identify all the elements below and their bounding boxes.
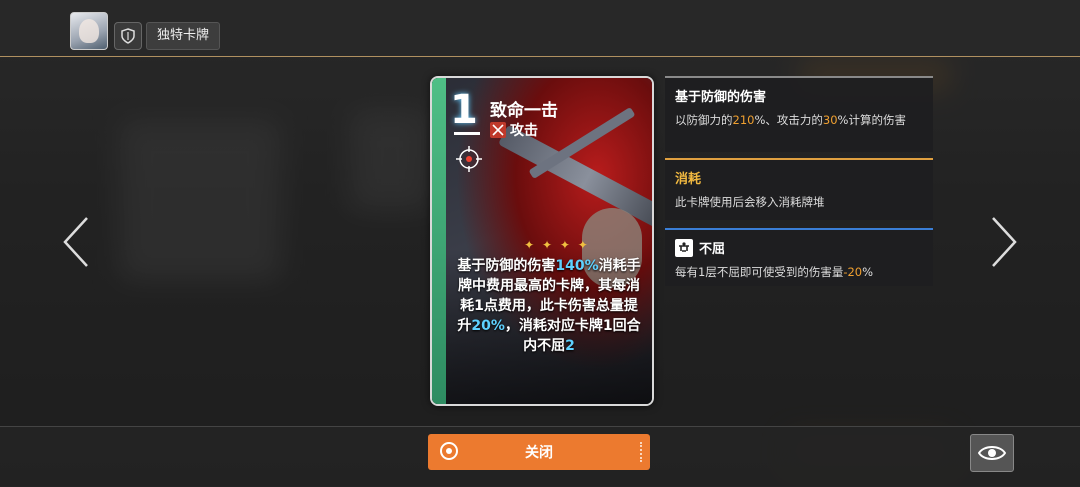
card-type-label: 攻击 — [510, 123, 538, 139]
close-ring-icon — [440, 442, 458, 460]
panel-title-row: 不屈 — [675, 238, 923, 257]
crossed-swords-icon — [490, 122, 506, 138]
highlight-number: 2 — [565, 338, 575, 354]
panel-text: 每有1层不屈即可使受到的伤害量 — [675, 265, 844, 279]
crosshair-icon — [456, 146, 482, 176]
cost-underline — [454, 132, 480, 135]
strength-icon — [675, 238, 693, 257]
panel-text: %、攻击力的 — [754, 113, 823, 127]
close-button[interactable]: 关闭 — [428, 434, 650, 470]
panel-text: %计算的伤害 — [837, 113, 906, 127]
top-bar: 独特卡牌 — [0, 0, 1080, 57]
panel-body: 以防御力的210%、攻击力的30%计算的伤害 — [675, 111, 923, 129]
skill-card: 1 致命一击 攻击 ✦ ✦ ✦ ✦ 基于防御的伤害140%消耗手牌中费用最高的卡… — [430, 76, 654, 406]
panel-title: 消耗 — [675, 172, 702, 187]
panel-number: -20 — [843, 265, 863, 279]
panel-text: 以防御力的 — [675, 113, 733, 127]
keyword-panel-unyielding: 不屈 每有1层不屈即可使受到的伤害量-20% — [665, 228, 933, 286]
card-name: 致命一击 — [490, 101, 558, 121]
keyword-panel-exhaust: 消耗 此卡牌使用后会移入消耗牌堆 — [665, 158, 933, 220]
card-ornament: ✦ ✦ ✦ ✦ — [524, 238, 590, 252]
card-cost: 1 — [450, 87, 478, 133]
keyword-panel-defense-damage: 基于防御的伤害 以防御力的210%、攻击力的30%计算的伤害 — [665, 76, 933, 152]
card-type: 攻击 — [490, 120, 538, 140]
panel-body: 此卡牌使用后会移入消耗牌堆 — [675, 193, 923, 211]
card-side-strip — [432, 78, 446, 404]
panel-body: 每有1层不屈即可使受到的伤害量-20% — [675, 263, 923, 281]
card-description: 基于防御的伤害140%消耗手牌中费用最高的卡牌，其每消耗1点费用，此卡伤害总量提… — [454, 256, 644, 356]
character-avatar[interactable] — [70, 12, 108, 50]
previous-arrow-icon[interactable] — [56, 214, 96, 270]
close-button-label: 关闭 — [525, 445, 553, 461]
panel-text: 此卡牌使用后会移入消耗牌堆 — [675, 195, 825, 209]
panel-text: % — [862, 265, 874, 279]
panel-title: 基于防御的伤害 — [675, 90, 767, 105]
shield-icon[interactable] — [114, 22, 142, 50]
eye-icon[interactable] — [970, 434, 1014, 472]
panel-title: 不屈 — [699, 242, 726, 257]
unique-card-tag: 独特卡牌 — [146, 22, 221, 50]
highlight-number: 20% — [471, 318, 505, 334]
panel-number: 30 — [822, 113, 838, 127]
highlight-number: 140% — [555, 258, 599, 274]
description-text: 基于防御的伤害 — [457, 258, 556, 274]
next-arrow-icon[interactable] — [984, 214, 1024, 270]
panel-number: 210 — [732, 113, 755, 127]
